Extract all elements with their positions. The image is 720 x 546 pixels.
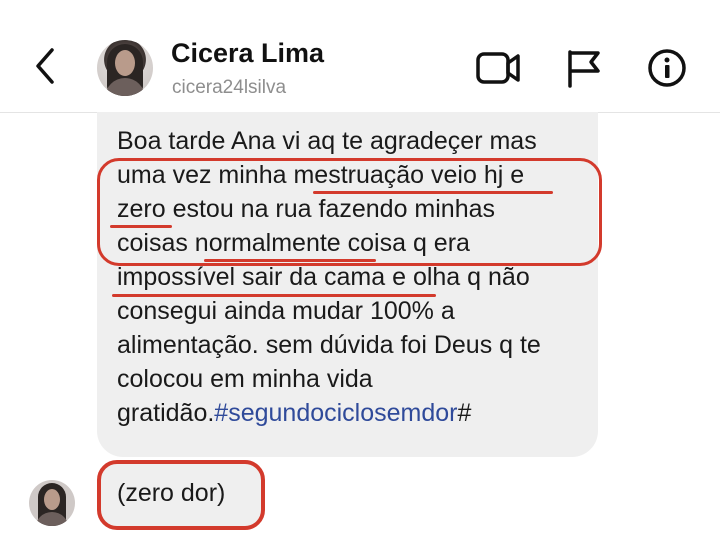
- message-line: colocou em minha vida: [117, 365, 373, 393]
- report-button[interactable]: [562, 48, 606, 88]
- info-icon: [648, 49, 686, 87]
- highlight-underline: [313, 191, 553, 194]
- video-camera-icon: [476, 52, 520, 84]
- reply-text: (zero dor): [117, 479, 226, 507]
- hashtag-link[interactable]: #segundociclosemdor: [214, 399, 457, 427]
- highlight-underline: [110, 225, 172, 228]
- highlight-underline: [204, 259, 376, 262]
- message-line-prefix: gratidão.: [117, 399, 215, 427]
- message-last-line: gratidão.#segundociclosemdor#: [117, 396, 541, 430]
- message-line: Boa tarde Ana vi aq te agradeçer mas: [117, 127, 537, 155]
- message-line: alimentação. sem dúvida foi Deus q te: [117, 331, 541, 359]
- avatar[interactable]: [97, 40, 153, 96]
- chevron-left-icon: [36, 48, 54, 84]
- avatar-face: [44, 489, 60, 510]
- highlight-box: [97, 158, 602, 266]
- message-line: consegui ainda mudar 100% a: [117, 297, 455, 325]
- contact-handle[interactable]: cicera24lsilva: [172, 77, 286, 99]
- back-button[interactable]: [28, 44, 68, 88]
- highlight-underline: [112, 294, 436, 297]
- video-call-button[interactable]: [476, 48, 520, 88]
- chat-header: Cicera Lima cicera24lsilva: [0, 0, 720, 113]
- avatar-face: [115, 50, 135, 76]
- message-line-suffix: #: [457, 399, 472, 427]
- info-button[interactable]: [646, 48, 690, 88]
- sender-avatar[interactable]: [29, 480, 75, 526]
- contact-name[interactable]: Cicera Lima: [171, 38, 324, 69]
- flag-icon: [568, 50, 600, 88]
